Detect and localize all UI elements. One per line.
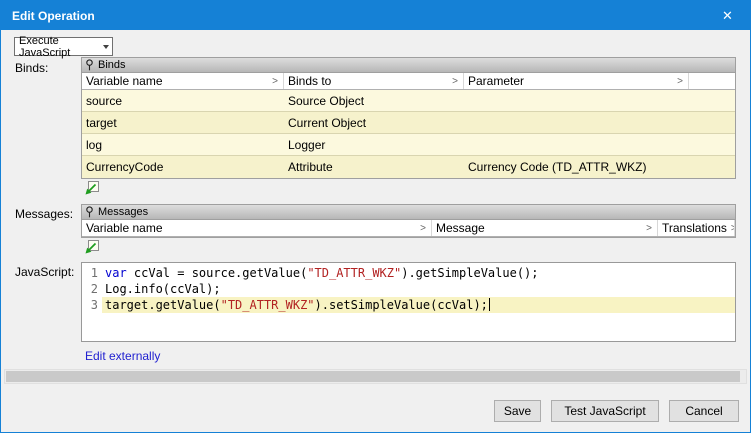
messages-panel-header: Messages	[82, 205, 735, 220]
messages-panel-title: Messages	[98, 206, 148, 218]
add-bind-button[interactable]	[84, 181, 99, 196]
table-row[interactable]: sourceSource Object	[82, 90, 735, 112]
edit-operation-dialog: Edit Operation ✕ Execute JavaScript Bind…	[0, 0, 751, 433]
pin-icon[interactable]	[85, 59, 94, 71]
cell-binds-to: Source Object	[284, 90, 464, 111]
code-token: ).getSimpleValue();	[401, 266, 538, 280]
messages-panel: Messages Variable name>Message>Translati…	[81, 204, 736, 238]
save-button[interactable]: Save	[494, 400, 541, 422]
code-lines: 1var ccVal = source.getValue("TD_ATTR_WK…	[82, 265, 735, 313]
binds-column-headers: Variable name > Binds to > Parameter >	[82, 73, 735, 90]
cell-parameter: Currency Code (TD_ATTR_WKZ)	[464, 156, 735, 178]
binds-panel: Binds Variable name>Binds to>Parameter> …	[81, 57, 736, 179]
pin-icon[interactable]	[85, 206, 94, 218]
sort-indicator: >	[642, 223, 652, 234]
dialog-title: Edit Operation	[12, 9, 95, 23]
cell-binds-to: Attribute	[284, 156, 464, 178]
cell-parameter	[464, 90, 735, 111]
footer-buttons: Save Test JavaScript Cancel	[494, 400, 739, 422]
line-number: 3	[82, 297, 102, 313]
sort-indicator: >	[448, 76, 458, 87]
dialog-titlebar: Edit Operation ✕	[1, 1, 750, 30]
code-token: var	[105, 266, 127, 280]
code-token: target.getValue(	[105, 298, 221, 312]
cell-binds-to: Logger	[284, 134, 464, 155]
column-header-label: Variable name	[86, 221, 163, 235]
cell-variable-name: log	[82, 134, 284, 155]
code-token: Log.info(ccVal);	[105, 282, 221, 296]
edit-externally-link[interactable]: Edit externally	[85, 349, 160, 363]
column-header-parameter[interactable]: Parameter >	[464, 73, 689, 89]
column-header-label: Binds to	[288, 74, 331, 88]
table-row[interactable]: logLogger	[82, 134, 735, 156]
close-button[interactable]: ✕	[705, 1, 750, 30]
column-header-translations[interactable]: Translations>	[658, 220, 735, 236]
column-header-binds-to[interactable]: Binds to >	[284, 73, 464, 89]
binds-label: Binds:	[15, 61, 48, 75]
table-row[interactable]: targetCurrent Object	[82, 112, 735, 134]
binds-panel-title: Binds	[98, 59, 126, 71]
operation-type-select[interactable]: Execute JavaScript	[14, 37, 113, 56]
column-header-message[interactable]: Message >	[432, 220, 658, 236]
cell-binds-to: Current Object	[284, 112, 464, 133]
chevron-down-icon	[99, 45, 112, 49]
text-cursor	[489, 298, 490, 311]
sort-indicator: >	[673, 76, 683, 87]
sort-indicator: >	[268, 76, 278, 87]
cell-parameter	[464, 112, 735, 133]
add-row-icon	[84, 181, 99, 196]
binds-panel-header: Binds	[82, 58, 735, 73]
table-row[interactable]: CurrencyCodeAttributeCurrency Code (TD_A…	[82, 156, 735, 178]
code-text: target.getValue("TD_ATTR_WKZ").setSimple…	[102, 297, 735, 313]
code-text: var ccVal = source.getValue("TD_ATTR_WKZ…	[102, 265, 735, 281]
column-header-label: Message	[436, 221, 485, 235]
add-message-button[interactable]	[84, 240, 99, 255]
cell-variable-name: CurrencyCode	[82, 156, 284, 178]
code-line[interactable]: 1var ccVal = source.getValue("TD_ATTR_WK…	[82, 265, 735, 281]
cell-variable-name: target	[82, 112, 284, 133]
test-javascript-button[interactable]: Test JavaScript	[551, 400, 659, 422]
code-token: ccVal = source.getValue(	[127, 266, 308, 280]
line-number: 2	[82, 281, 102, 297]
code-token: "TD_ATTR_WKZ"	[307, 266, 401, 280]
binds-rows: sourceSource ObjecttargetCurrent Objectl…	[82, 90, 735, 178]
sort-indicator: >	[727, 223, 735, 234]
javascript-editor[interactable]: 1var ccVal = source.getValue("TD_ATTR_WK…	[81, 262, 736, 342]
column-header-label: Variable name	[86, 74, 163, 88]
code-line[interactable]: 2Log.info(ccVal);	[82, 281, 735, 297]
line-number: 1	[82, 265, 102, 281]
add-row-icon	[84, 240, 99, 255]
scrollbar-thumb[interactable]	[6, 371, 740, 382]
messages-column-headers: Variable name>Message>Translations>	[82, 220, 735, 237]
code-line[interactable]: 3target.getValue("TD_ATTR_WKZ").setSimpl…	[82, 297, 735, 313]
column-header-variable-name[interactable]: Variable name >	[82, 220, 432, 236]
code-text: Log.info(ccVal);	[102, 281, 735, 297]
horizontal-scrollbar[interactable]	[4, 369, 747, 384]
column-header-label: Translations	[662, 221, 727, 235]
operation-type-value: Execute JavaScript	[19, 35, 99, 59]
cell-variable-name: source	[82, 90, 284, 111]
code-token: "TD_ATTR_WKZ"	[221, 298, 315, 312]
cell-parameter	[464, 134, 735, 155]
sort-indicator: >	[416, 223, 426, 234]
code-token: ).setSimpleValue(ccVal);	[315, 298, 488, 312]
column-header-label: Parameter	[468, 74, 524, 88]
javascript-label: JavaScript:	[15, 265, 74, 279]
messages-label: Messages:	[15, 207, 73, 221]
column-header-variable-name[interactable]: Variable name >	[82, 73, 284, 89]
cancel-button[interactable]: Cancel	[669, 400, 739, 422]
